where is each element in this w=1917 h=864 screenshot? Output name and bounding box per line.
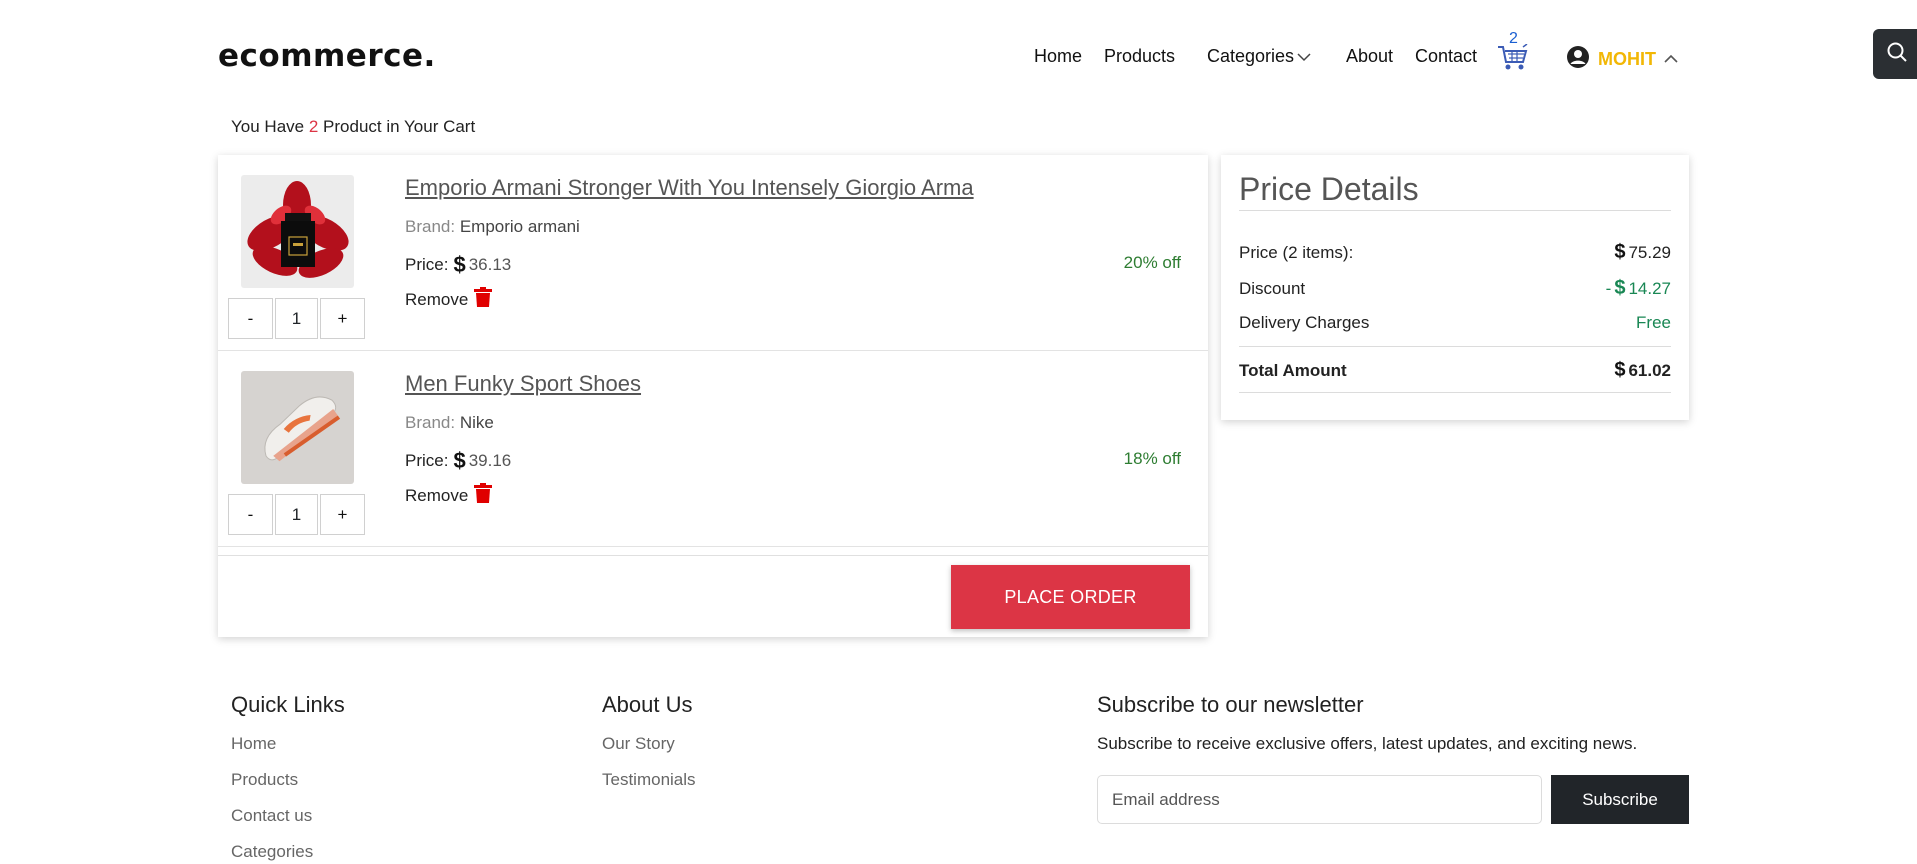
newsletter-description: Subscribe to receive exclusive offers, l…	[1097, 734, 1638, 753]
cart-summary: You Have 2 Product in Your Cart	[231, 117, 475, 137]
search-button[interactable]	[1873, 29, 1917, 79]
footer-link-products[interactable]: Products	[231, 770, 298, 790]
total-row-amount: 61.02	[1628, 360, 1671, 380]
search-icon	[1885, 40, 1909, 69]
chevron-up-icon	[1664, 51, 1678, 69]
footer-link-home[interactable]: Home	[231, 734, 276, 754]
shopping-cart-icon	[1497, 43, 1529, 77]
nav-home[interactable]: Home	[1034, 46, 1082, 67]
cart-link[interactable]: 2	[1495, 30, 1531, 74]
total-row-label: Total Amount	[1239, 360, 1347, 380]
brand-label: Brand:	[405, 217, 456, 236]
trash-icon	[474, 287, 493, 312]
cart-item: - 1 + Emporio Armani Stronger With You I…	[218, 155, 1208, 351]
product-price: Price: $ 39.16	[405, 448, 511, 474]
delivery-row-value: Free	[1636, 313, 1671, 332]
footer-link-testimonials[interactable]: Testimonials	[602, 770, 696, 790]
cart-panel: - 1 + Emporio Armani Stronger With You I…	[218, 155, 1208, 637]
cart-summary-count: 2	[308, 117, 319, 136]
total-row-value: $ 61.02	[1614, 359, 1671, 382]
product-brand: Brand: Nike	[405, 413, 494, 433]
quantity-stepper: - 1 +	[228, 298, 365, 339]
dollar-icon: $	[1614, 359, 1626, 381]
cart-summary-prefix: You Have	[231, 117, 305, 136]
dollar-icon: $	[453, 252, 466, 277]
cart-item: - 1 + Men Funky Sport Shoes Brand: Nike …	[218, 351, 1208, 547]
brand-value: Emporio armani	[459, 217, 580, 236]
chevron-down-icon	[1297, 46, 1311, 67]
site-logo[interactable]: ecommerce.	[218, 38, 436, 74]
nav-products[interactable]: Products	[1104, 46, 1175, 67]
price-label: Price:	[405, 451, 449, 470]
total-row: Total Amount $ 61.02	[1239, 359, 1671, 382]
user-menu[interactable]: MOHIT	[1566, 45, 1678, 74]
product-title-link[interactable]: Emporio Armani Stronger With You Intense…	[405, 175, 974, 201]
footer-link-our-story[interactable]: Our Story	[602, 734, 675, 754]
dollar-icon: $	[1614, 241, 1626, 263]
brand-label: Brand:	[405, 413, 456, 432]
discount-row-value: - $ 14.27	[1606, 277, 1671, 300]
quantity-stepper: - 1 +	[228, 494, 365, 535]
dollar-icon: $	[1614, 277, 1626, 299]
user-name: MOHIT	[1598, 49, 1656, 69]
footer-link-categories[interactable]: Categories	[231, 842, 313, 862]
price-row-label: Price (2 items):	[1239, 242, 1354, 262]
place-order-button[interactable]: PLACE ORDER	[951, 565, 1190, 629]
price-row-value: $ 75.29	[1614, 241, 1671, 264]
newsletter-title: Subscribe to our newsletter	[1097, 692, 1364, 717]
price-label: Price:	[405, 255, 449, 274]
product-brand: Brand: Emporio armani	[405, 217, 580, 237]
dollar-icon: $	[453, 448, 466, 473]
quantity-value[interactable]: 1	[275, 298, 318, 339]
quantity-value[interactable]: 1	[275, 494, 318, 535]
footer-quick-links-title: Quick Links	[231, 692, 345, 717]
discount-row: Discount - $ 14.27	[1239, 277, 1671, 300]
user-avatar-icon	[1566, 45, 1590, 74]
footer-link-contact[interactable]: Contact us	[231, 806, 312, 826]
cart-summary-suffix: Product in Your Cart	[323, 117, 476, 136]
nav-about[interactable]: About	[1346, 46, 1393, 67]
increase-quantity-button[interactable]: +	[320, 494, 365, 535]
product-image-shoes[interactable]	[241, 371, 354, 484]
delivery-row: Delivery Charges Free	[1239, 313, 1671, 333]
product-image-perfume[interactable]	[241, 175, 354, 288]
decrease-quantity-button[interactable]: -	[228, 494, 273, 535]
increase-quantity-button[interactable]: +	[320, 298, 365, 339]
nav-categories-label: Categories	[1207, 46, 1295, 66]
price-details-title: Price Details	[1239, 171, 1419, 207]
price-row: Price (2 items): $ 75.29	[1239, 241, 1671, 264]
price-details-panel: Price Details Price (2 items): $ 75.29 D…	[1221, 155, 1689, 420]
product-price: Price: $ 36.13	[405, 252, 511, 278]
decrease-quantity-button[interactable]: -	[228, 298, 273, 339]
nav-contact[interactable]: Contact	[1415, 46, 1477, 67]
price-value: 36.13	[468, 255, 512, 274]
discount-row-label: Discount	[1239, 278, 1306, 298]
trash-icon	[474, 483, 493, 508]
nav-categories[interactable]: Categories	[1207, 46, 1311, 67]
product-title-link[interactable]: Men Funky Sport Shoes	[405, 371, 641, 397]
delivery-row-label: Delivery Charges	[1239, 313, 1370, 332]
footer-about-title: About Us	[602, 692, 693, 717]
brand-value: Nike	[459, 413, 494, 432]
discount-percent: 20% off	[1123, 253, 1181, 272]
remove-item-button[interactable]: Remove	[405, 287, 493, 312]
discount-row-amount: 14.27	[1628, 278, 1671, 298]
price-value: 39.16	[468, 451, 512, 470]
divider	[1239, 392, 1671, 393]
discount-percent: 18% off	[1123, 449, 1181, 468]
divider	[1239, 346, 1671, 347]
remove-label: Remove	[405, 289, 469, 309]
discount-minus: -	[1605, 278, 1612, 298]
remove-item-button[interactable]: Remove	[405, 483, 493, 508]
email-field[interactable]	[1097, 775, 1542, 824]
subscribe-button[interactable]: Subscribe	[1551, 775, 1689, 824]
divider	[1239, 210, 1671, 211]
remove-label: Remove	[405, 485, 469, 505]
price-row-amount: 75.29	[1628, 242, 1671, 262]
